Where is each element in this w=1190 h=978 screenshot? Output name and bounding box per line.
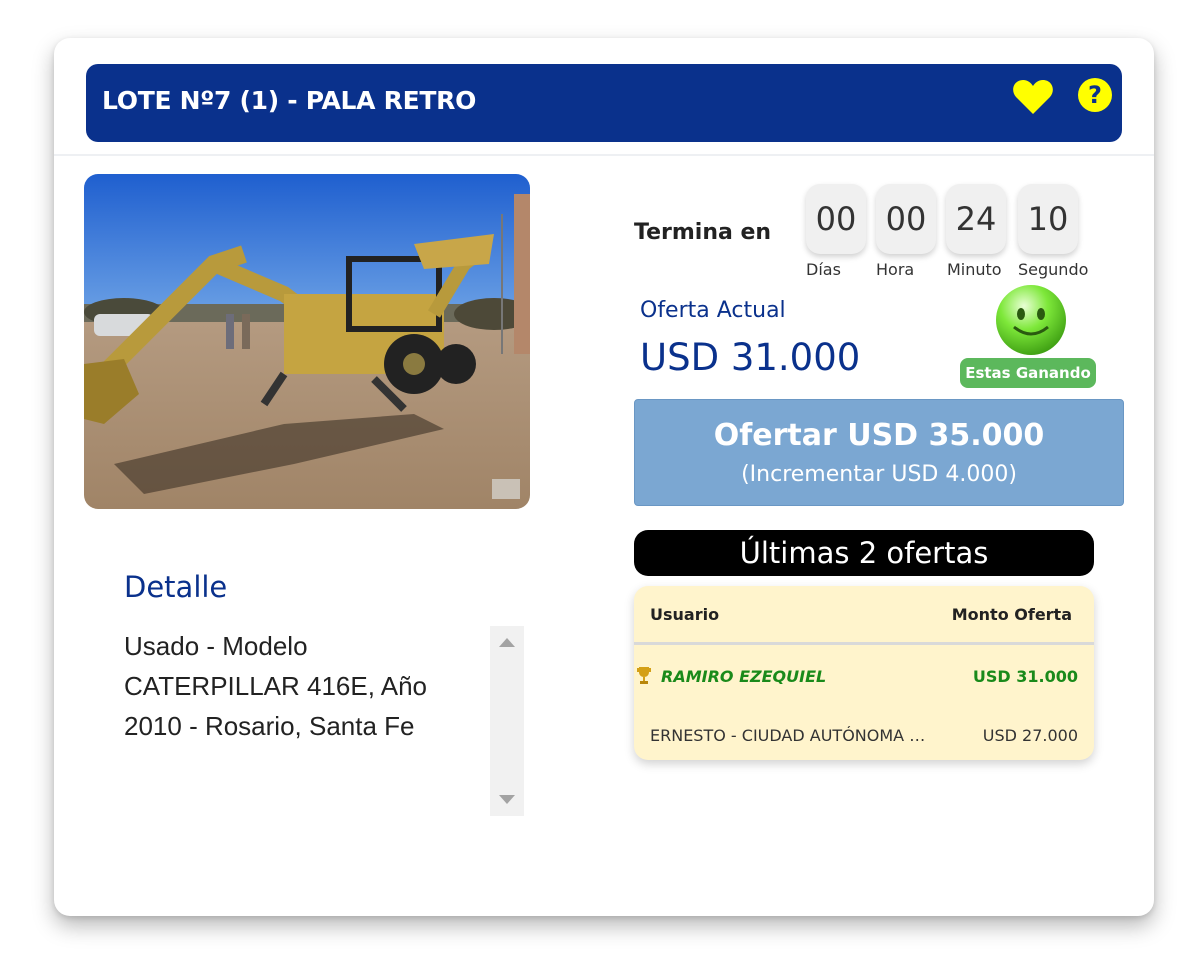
place-bid-button[interactable]: Ofertar USD 35.000 (Incrementar USD 4.00…: [634, 399, 1124, 506]
countdown-days-label: Días: [806, 260, 841, 279]
bid-history-title: Últimas 2 ofertas: [634, 530, 1094, 576]
smiley-icon: [996, 285, 1066, 355]
table-header-divider: [634, 642, 1094, 645]
countdown-hours-label: Hora: [876, 260, 915, 279]
countdown-hours-value: 00: [876, 184, 936, 254]
status-badge: Estas Ganando: [960, 358, 1096, 388]
help-icon[interactable]: ?: [1078, 78, 1112, 112]
bid-button-label: Ofertar USD 35.000: [713, 418, 1045, 453]
detail-scrollbar[interactable]: [490, 626, 524, 816]
bid-history-table: Usuario Monto Oferta RAMIRO EZEQUIEL USD…: [634, 586, 1094, 760]
countdown-days-value: 00: [806, 184, 866, 254]
leading-bid-amount: USD 31.000: [972, 667, 1078, 686]
countdown-minutes-label: Minuto: [947, 260, 1002, 279]
previous-bid-user: ERNESTO - CIUDAD AUTÓNOMA D...: [650, 726, 935, 745]
detail-title: Detalle: [124, 570, 228, 604]
column-header-user: Usuario: [650, 605, 720, 624]
countdown-seconds-value: 10: [1018, 184, 1078, 254]
countdown-seconds-label: Segundo: [1018, 260, 1089, 279]
countdown-label: Termina en: [634, 220, 772, 245]
heart-icon[interactable]: [1012, 78, 1054, 116]
leading-bid-user: RAMIRO EZEQUIEL: [661, 667, 827, 686]
header-divider: [54, 154, 1154, 156]
bid-increment-label: (Incrementar USD 4.000): [741, 462, 1017, 487]
detail-text: Usado - Modelo CATERPILLAR 416E, Año 201…: [124, 631, 428, 741]
lot-header: LOTE Nº7 (1) - PALA RETRO ?: [86, 64, 1122, 142]
column-header-amount: Monto Oferta: [951, 605, 1072, 624]
scroll-down-arrow-icon[interactable]: [499, 795, 515, 804]
previous-bid-amount: USD 27.000: [982, 726, 1078, 745]
trophy-icon: [637, 667, 651, 684]
lot-title: LOTE Nº7 (1) - PALA RETRO: [102, 86, 477, 115]
lot-photo[interactable]: [84, 174, 530, 509]
scroll-up-arrow-icon[interactable]: [499, 638, 515, 647]
current-offer-value: USD 31.000: [640, 336, 861, 379]
backhoe-photo-image: [84, 174, 530, 509]
lot-card: LOTE Nº7 (1) - PALA RETRO ? Detalle Usad…: [54, 38, 1154, 916]
current-offer-label: Oferta Actual: [640, 298, 786, 323]
countdown-minutes-value: 24: [946, 184, 1006, 254]
